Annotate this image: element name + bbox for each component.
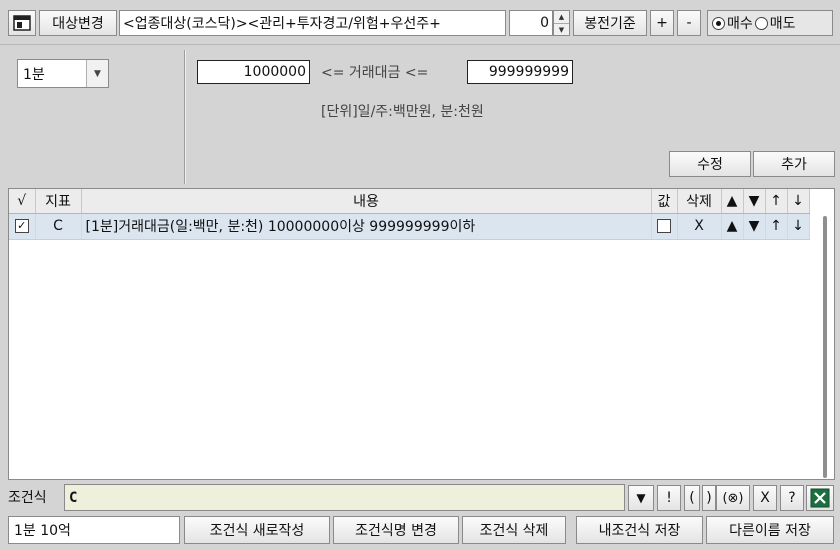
grid-header-row: √ 지표 내용 값 삭제 ▲ ▼ ↑ ↓ [9,189,810,214]
range-label: <= 거래대금 <= [321,65,429,81]
plus-button[interactable]: + [650,10,674,36]
radio-sell-dot[interactable] [754,16,768,30]
panel-divider [184,50,186,184]
close-paren-button[interactable]: ) [702,485,716,511]
move-up-icon[interactable]: ▲ [721,213,744,240]
row-checkbox[interactable]: ✓ [14,219,29,233]
formula-input[interactable]: C [64,484,625,511]
not-operator-button[interactable]: ! [657,485,681,511]
group-operator-button[interactable]: (⊗) [716,485,750,511]
chevron-down-icon[interactable]: ▼ [86,60,108,87]
formula-label: 조건식 [8,490,47,506]
window-icon[interactable] [8,10,36,36]
spin-down-icon[interactable]: ▼ [554,23,569,35]
col-move-up[interactable]: ▲ [721,189,744,214]
candle-offset-spinner[interactable]: ▲ ▼ [553,10,570,36]
candle-basis-button[interactable]: 봉전기준 [573,10,647,36]
radio-sell[interactable]: 매도 [754,13,796,33]
row-indicator: C [35,213,82,240]
condition-grid: √ 지표 내용 값 삭제 ▲ ▼ ↑ ↓ ✓ C [1분]거래대금(일:백만, … [8,188,835,480]
col-move-top[interactable]: ↑ [765,189,788,214]
radio-buy-dot[interactable] [712,16,725,30]
col-check[interactable]: √ [9,189,36,214]
row-checkbox-cell[interactable]: ✓ [9,213,36,240]
min-amount-input[interactable]: 1000000 [197,60,310,84]
add-button[interactable]: 추가 [753,151,835,177]
edit-button[interactable]: 수정 [669,151,751,177]
excel-icon [810,488,830,508]
col-delete[interactable]: 삭제 [677,189,722,214]
help-button[interactable]: ? [780,485,804,511]
max-amount-input[interactable]: 999999999 [467,60,573,84]
excel-export-button[interactable] [806,485,834,511]
grid-scrollbar[interactable] [817,214,834,479]
unit-note: [단위]일/주:백만원, 분:천원 [321,104,484,120]
col-move-down[interactable]: ▼ [743,189,766,214]
minus-button[interactable]: - [677,10,701,36]
period-select[interactable]: 1분 ▼ [17,59,109,88]
condition-name-field[interactable]: 1분 10억 [8,516,180,544]
radio-sell-label: 매도 [769,16,796,32]
trade-type-radio-group: 매수 매도 [707,10,833,36]
table-row[interactable]: ✓ C [1분]거래대금(일:백만, 분:천) 10000000이상 99999… [9,213,810,240]
change-target-button[interactable]: 대상변경 [39,10,117,36]
save-as-button[interactable]: 다른이름 저장 [706,516,834,544]
col-content[interactable]: 내용 [81,189,652,214]
col-indicator[interactable]: 지표 [35,189,82,214]
save-condition-button[interactable]: 내조건식 저장 [576,516,703,544]
row-delete-button[interactable]: X [677,213,722,240]
row-content[interactable]: [1분]거래대금(일:백만, 분:천) 10000000이상 999999999… [81,213,652,240]
candle-offset-input[interactable]: 0 [509,10,553,36]
rename-condition-button[interactable]: 조건식명 변경 [333,516,459,544]
window-glyph-icon [13,15,31,31]
condition-table: √ 지표 내용 값 삭제 ▲ ▼ ↑ ↓ ✓ C [1분]거래대금(일:백만, … [9,189,810,240]
move-top-icon[interactable]: ↑ [765,213,788,240]
delete-condition-button[interactable]: 조건식 삭제 [462,516,566,544]
delete-operator-button[interactable]: X [753,485,777,511]
move-down-icon[interactable]: ▼ [743,213,766,240]
radio-buy[interactable]: 매수 [712,13,753,33]
move-bottom-icon[interactable]: ↓ [787,213,810,240]
spin-up-icon[interactable]: ▲ [554,11,569,23]
target-description-field[interactable]: <업종대상(코스닥)><관리+투자경고/위험+우선주+ [119,10,506,36]
col-move-bottom[interactable]: ↓ [787,189,810,214]
open-paren-button[interactable]: ( [684,485,700,511]
row-value-cell[interactable] [651,213,678,240]
toolbar-divider [0,44,840,45]
period-select-value: 1분 [23,66,45,83]
grid-scrollbar-thumb[interactable] [823,216,827,478]
row-value-checkbox[interactable] [657,219,671,233]
formula-dropdown-button[interactable]: ▼ [628,485,654,511]
col-value[interactable]: 값 [651,189,678,214]
radio-buy-label: 매수 [727,16,753,32]
new-condition-button[interactable]: 조건식 새로작성 [184,516,330,544]
